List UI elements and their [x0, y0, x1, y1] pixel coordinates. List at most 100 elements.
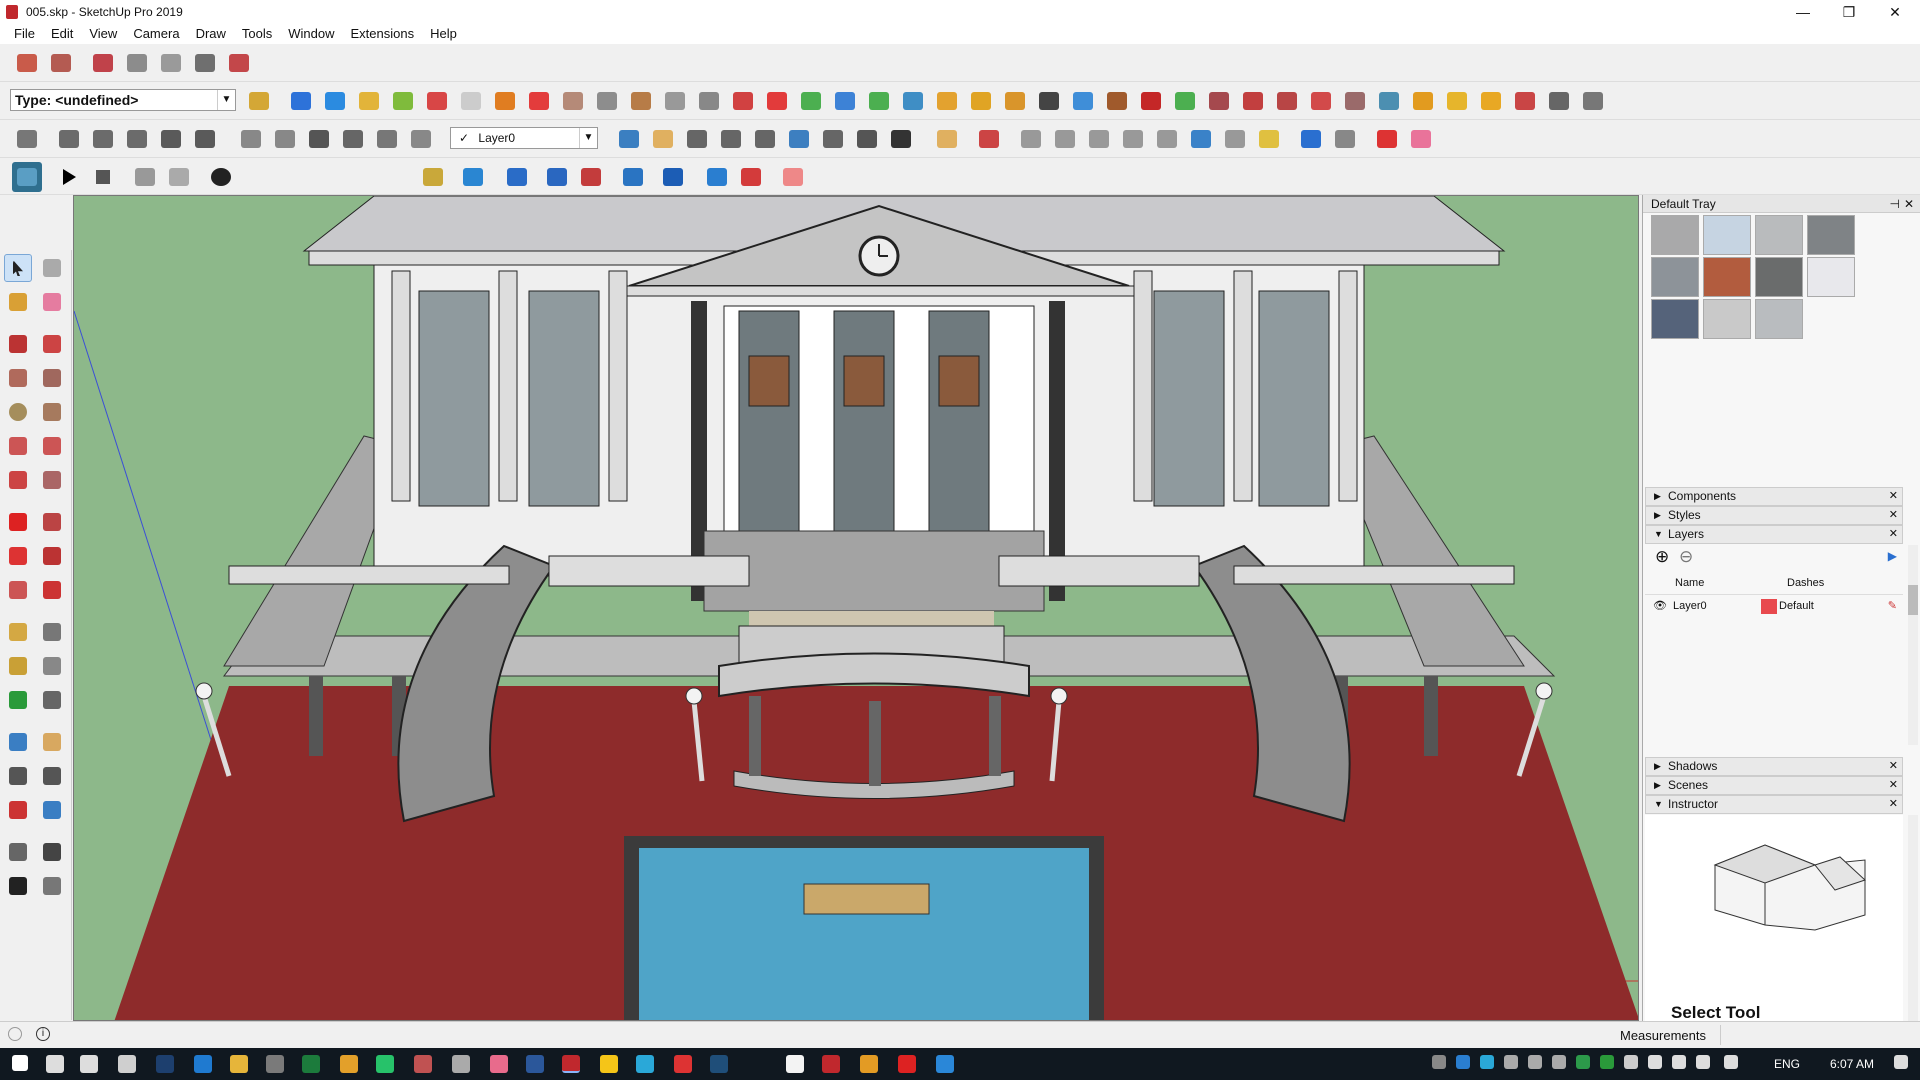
move-tool-icon[interactable] — [4, 508, 32, 536]
link-blue-icon[interactable] — [1296, 124, 1326, 154]
material-swatch[interactable] — [1807, 215, 1855, 255]
axes-tool-icon[interactable] — [4, 686, 32, 714]
measure-red-icon[interactable] — [1372, 124, 1402, 154]
offset-curve-icon[interactable] — [694, 86, 724, 116]
freehand-icon[interactable] — [38, 330, 66, 358]
file-explorer-icon[interactable] — [230, 1055, 248, 1073]
hand-icon[interactable] — [778, 162, 808, 192]
position-camera-icon[interactable] — [818, 124, 848, 154]
close-icon[interactable]: ✕ — [1889, 777, 1898, 794]
follow-me-icon[interactable] — [38, 542, 66, 570]
tray-app-icon[interactable] — [1456, 1055, 1470, 1069]
teamviewer-icon[interactable] — [936, 1055, 954, 1073]
orbit-tool-icon[interactable] — [4, 728, 32, 756]
rectangle-tool-icon[interactable] — [4, 364, 32, 392]
color-cube-icon[interactable] — [458, 162, 488, 192]
pyramid-icon[interactable] — [898, 86, 928, 116]
bezier-icon[interactable] — [1544, 86, 1574, 116]
shadows-panel-header[interactable]: ▶ Shadows ✕ — [1645, 757, 1903, 776]
eraser-icon[interactable] — [38, 288, 66, 316]
zoom-extents-tool-icon[interactable] — [4, 796, 32, 824]
material-swatch[interactable] — [1651, 299, 1699, 339]
scale-tool-icon[interactable] — [4, 576, 32, 604]
window-builder-icon[interactable] — [1374, 86, 1404, 116]
pink-app-icon[interactable] — [490, 1055, 508, 1073]
ellipse-icon[interactable] — [1118, 124, 1148, 154]
layer-row[interactable]: 👁 Layer0 Default ✎ — [1645, 597, 1903, 617]
calculator-icon[interactable] — [118, 1055, 136, 1073]
search-icon[interactable] — [46, 1055, 64, 1073]
offset-tool-icon[interactable] — [38, 576, 66, 604]
instructor-panel-header[interactable]: ▼ Instructor ✕ — [1645, 795, 1903, 814]
lumion-icon[interactable] — [12, 162, 42, 192]
minimize-button[interactable]: — — [1780, 0, 1826, 24]
stamp-icon[interactable] — [388, 86, 418, 116]
styles-panel-header[interactable]: ▶ Styles ✕ — [1645, 506, 1903, 525]
warning-triangle-icon[interactable] — [932, 86, 962, 116]
menu-file[interactable]: File — [6, 24, 43, 44]
pan-tool-icon[interactable] — [38, 728, 66, 756]
rotate-red-icon[interactable] — [736, 162, 766, 192]
joint-push-pull-icon[interactable] — [762, 86, 792, 116]
green-app-icon[interactable] — [1600, 1055, 1614, 1069]
notes-icon[interactable] — [600, 1055, 618, 1073]
menu-tools[interactable]: Tools — [234, 24, 280, 44]
menu-help[interactable]: Help — [422, 24, 465, 44]
parallelogram-icon[interactable] — [1152, 124, 1182, 154]
circle-icon[interactable] — [1050, 124, 1080, 154]
section-tool-icon[interactable] — [38, 872, 66, 900]
close-icon[interactable]: ✕ — [1889, 758, 1898, 775]
material-swatch[interactable] — [1651, 257, 1699, 297]
explode-icon[interactable] — [1510, 86, 1540, 116]
excel-icon[interactable] — [302, 1055, 320, 1073]
rectangle-icon[interactable] — [1016, 124, 1046, 154]
chevron-down-icon[interactable]: ▼ — [217, 90, 235, 110]
spiral-icon[interactable] — [1000, 86, 1030, 116]
add-scene-icon[interactable] — [130, 162, 160, 192]
curviloft-icon[interactable] — [728, 86, 758, 116]
distribute-icon[interactable] — [1204, 86, 1234, 116]
acrobat-icon[interactable] — [674, 1055, 692, 1073]
material-swatch[interactable] — [1755, 215, 1803, 255]
components-panel-header[interactable]: ▶ Components ✕ — [1645, 487, 1903, 506]
look-around-icon[interactable] — [852, 124, 882, 154]
notifications-icon[interactable] — [1894, 1055, 1908, 1069]
sandbox-from-contours-icon[interactable] — [286, 86, 316, 116]
align-icon[interactable] — [502, 162, 532, 192]
delete-scene-icon[interactable] — [164, 162, 194, 192]
profile-builder-icon[interactable] — [1306, 86, 1336, 116]
pin-icon[interactable]: ⊣ — [1890, 195, 1900, 213]
link-gray-icon[interactable] — [1330, 124, 1360, 154]
info-icon[interactable]: i — [36, 1027, 50, 1041]
make-component-icon[interactable] — [12, 124, 42, 154]
menu-draw[interactable]: Draw — [188, 24, 234, 44]
polygon-icon[interactable] — [1084, 124, 1114, 154]
material-swatch[interactable] — [1755, 299, 1803, 339]
measurements-input[interactable] — [1720, 1025, 1910, 1045]
solar-north-icon[interactable] — [418, 162, 448, 192]
scenes-panel-header[interactable]: ▶ Scenes ✕ — [1645, 776, 1903, 795]
curve-tool-icon[interactable] — [592, 86, 622, 116]
zoom-extents-icon[interactable] — [750, 124, 780, 154]
transform-icon[interactable] — [1068, 86, 1098, 116]
arrows-red-icon[interactable] — [576, 162, 606, 192]
line-pencil-icon[interactable] — [4, 330, 32, 358]
remote-icon[interactable] — [710, 1055, 728, 1073]
volume-icon[interactable] — [1696, 1055, 1710, 1069]
drawing-viewport[interactable] — [73, 195, 1639, 1021]
three-point-arc-icon[interactable] — [4, 466, 32, 494]
classifier-icon[interactable] — [244, 86, 274, 116]
instructor-scrollbar[interactable] — [1908, 815, 1918, 1021]
two-point-arc-icon[interactable] — [38, 432, 66, 460]
hidden-line-house-icon[interactable] — [338, 124, 368, 154]
arrows-blue-icon[interactable] — [542, 162, 572, 192]
export-icon[interactable] — [190, 48, 220, 78]
look-around-tool-icon[interactable] — [38, 838, 66, 866]
pdf-icon[interactable] — [786, 1055, 804, 1073]
language-indicator[interactable]: ENG — [1774, 1048, 1800, 1080]
protractor-icon[interactable] — [4, 652, 32, 680]
add-detail-icon[interactable] — [456, 86, 486, 116]
zoom-window-icon[interactable] — [716, 124, 746, 154]
tray-app-icon[interactable] — [1432, 1055, 1446, 1069]
scale-tool-icon[interactable] — [618, 162, 648, 192]
